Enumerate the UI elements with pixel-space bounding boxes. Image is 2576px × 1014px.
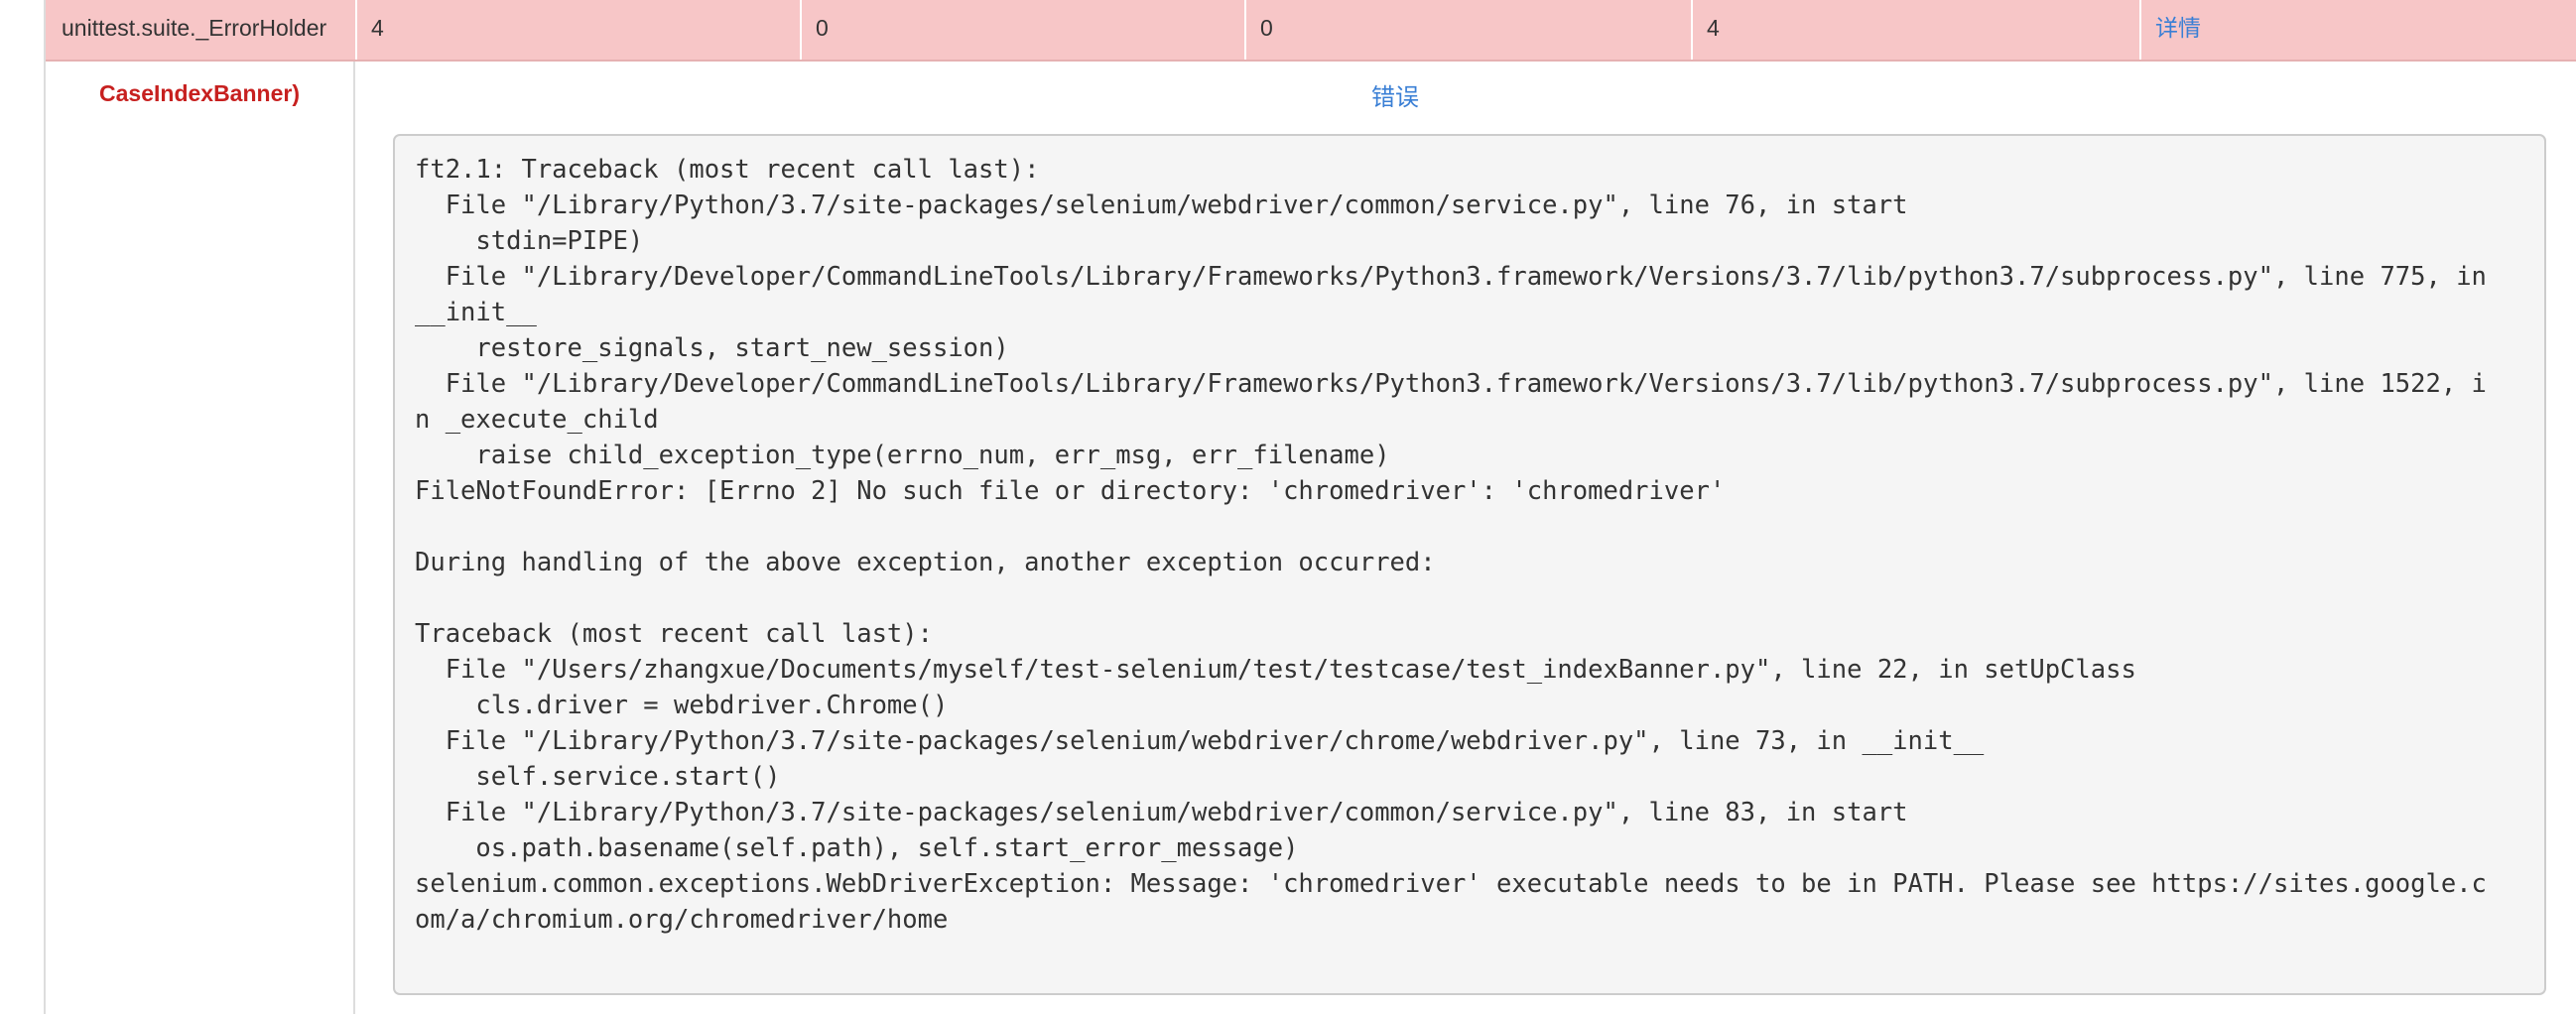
case-name: CaseIndexBanner) — [46, 62, 355, 1014]
error-summary-row: unittest.suite._ErrorHolder 4 0 0 4 详情 — [46, 0, 2576, 62]
page-margin — [0, 0, 44, 1014]
error-status-link[interactable]: 错误 — [1371, 77, 1419, 112]
suite-name-cell: unittest.suite._ErrorHolder — [46, 0, 357, 60]
fail-cell: 0 — [1246, 0, 1693, 60]
pass-cell: 0 — [802, 0, 1246, 60]
error-cell: 4 — [1693, 0, 2141, 60]
traceback-panel: ft2.1: Traceback (most recent call last)… — [393, 134, 2546, 995]
detail-cell: 详情 — [2141, 0, 2576, 60]
count-cell: 4 — [357, 0, 802, 60]
detail-link[interactable]: 详情 — [2155, 15, 2201, 41]
case-detail-row: CaseIndexBanner) 错误 ft2.1: Traceback (mo… — [46, 62, 2576, 1014]
traceback-text: ft2.1: Traceback (most recent call last)… — [415, 155, 2487, 935]
